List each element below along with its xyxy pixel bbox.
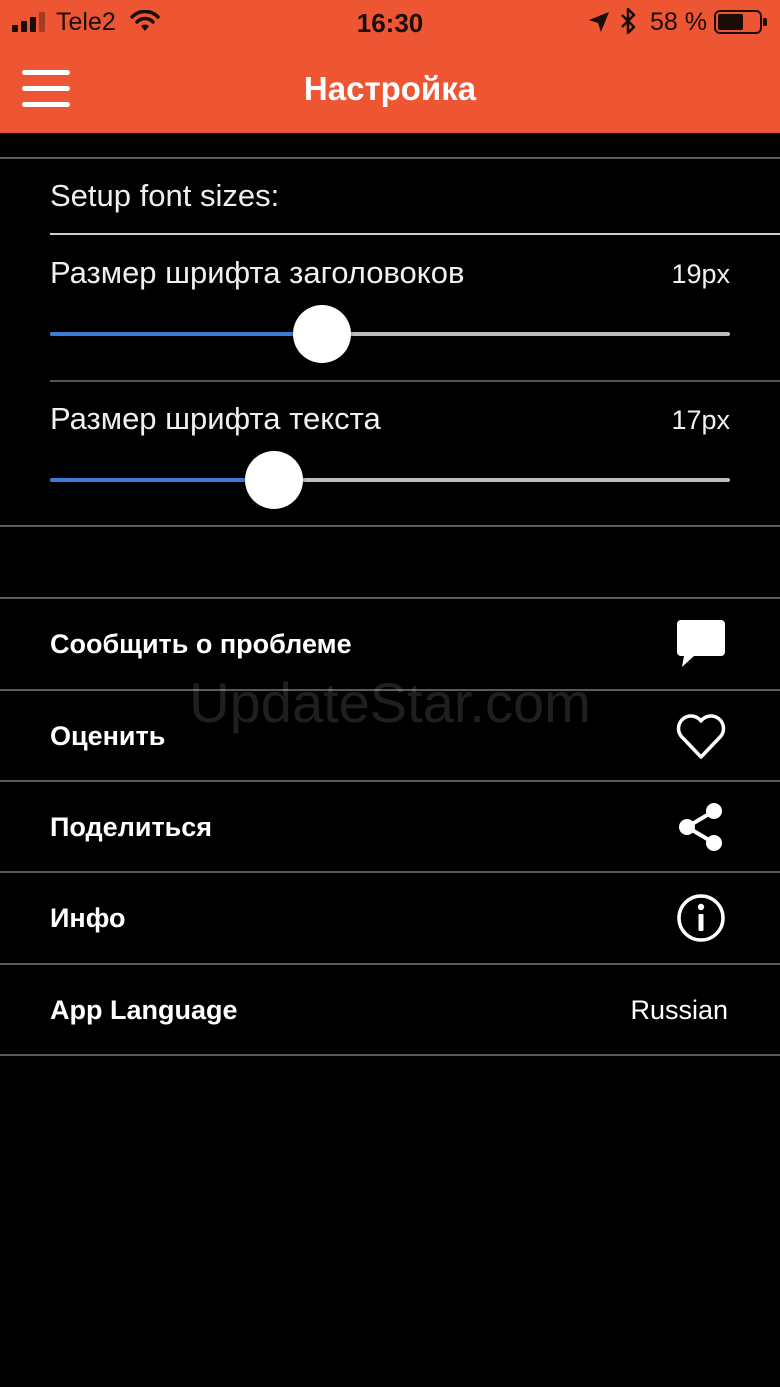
heading-font-size-value: 19px xyxy=(671,259,730,289)
divider xyxy=(50,233,780,235)
share-label: Поделиться xyxy=(50,812,213,842)
divider xyxy=(0,157,780,159)
app-language-label: App Language xyxy=(50,995,238,1025)
header-bar: Настройка xyxy=(0,44,780,133)
location-arrow-icon xyxy=(589,12,609,32)
info-row[interactable]: Инфо xyxy=(0,873,780,963)
slider-thumb[interactable] xyxy=(293,305,351,363)
share-row[interactable]: Поделиться xyxy=(0,782,780,872)
bluetooth-icon xyxy=(621,8,636,34)
app-language-row[interactable]: App Language Russian xyxy=(0,965,780,1055)
text-font-size-label: Размер шрифта текста xyxy=(50,401,381,436)
heart-icon xyxy=(676,714,726,759)
page-title: Настройка xyxy=(303,70,477,107)
text-font-size-value: 17px xyxy=(671,405,730,435)
battery-percentage: 58 % xyxy=(650,8,707,36)
speech-bubble-icon xyxy=(677,620,725,667)
rate-row[interactable]: Оценить xyxy=(0,691,780,781)
info-label: Инфо xyxy=(50,903,126,933)
slider-fill xyxy=(50,332,322,336)
divider xyxy=(0,1054,780,1056)
divider xyxy=(0,525,780,527)
info-icon xyxy=(677,894,725,942)
battery-icon xyxy=(714,10,767,34)
text-font-size-slider[interactable] xyxy=(50,451,730,509)
report-problem-row[interactable]: Сообщить о проблеме xyxy=(0,599,780,689)
app-language-value: Russian xyxy=(630,995,728,1025)
report-problem-label: Сообщить о проблеме xyxy=(50,629,352,659)
slider-fill xyxy=(50,478,275,482)
heading-font-size-label: Размер шрифта заголовоков xyxy=(50,255,465,290)
heading-font-size-slider[interactable] xyxy=(50,305,730,363)
slider-thumb[interactable] xyxy=(245,451,304,509)
rate-label: Оценить xyxy=(50,721,166,751)
section-title: Setup font sizes: xyxy=(50,178,280,213)
status-bar: Tele2 16:30 58 % xyxy=(0,0,780,44)
share-icon xyxy=(679,803,722,851)
divider xyxy=(50,380,780,382)
